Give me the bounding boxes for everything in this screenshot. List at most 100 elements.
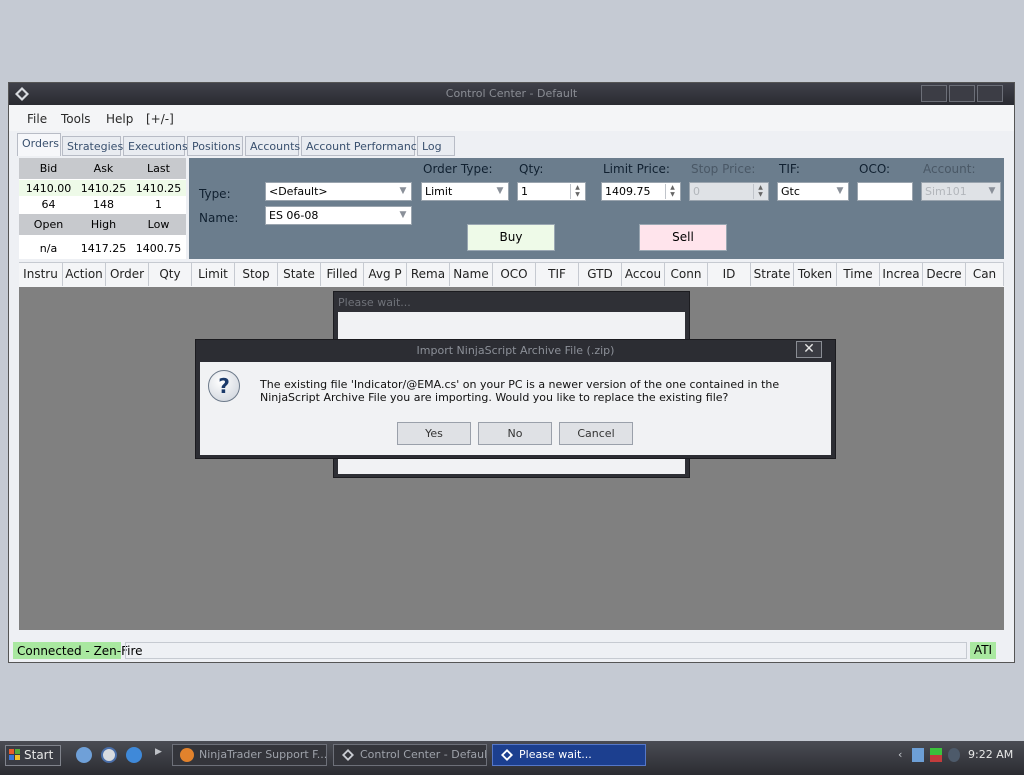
chevron-left-icon[interactable]: ‹ bbox=[898, 748, 902, 761]
menu-file[interactable]: File bbox=[27, 112, 47, 126]
tab-executions[interactable]: Executions bbox=[123, 136, 188, 156]
tif-dropdown[interactable]: Gtc ▼ bbox=[777, 182, 849, 201]
col-id[interactable]: ID bbox=[708, 263, 751, 286]
col-cancel[interactable]: Can bbox=[966, 263, 1004, 286]
col-oco[interactable]: OCO bbox=[493, 263, 536, 286]
col-name[interactable]: Name bbox=[450, 263, 493, 286]
bid-price: 1410.00 bbox=[25, 182, 72, 195]
col-instrument[interactable]: Instru bbox=[19, 263, 63, 286]
task-control-center[interactable]: Control Center - Default bbox=[333, 744, 487, 766]
chevron-right-icon[interactable]: ▶ bbox=[155, 747, 162, 757]
cancel-button[interactable]: Cancel bbox=[559, 422, 633, 445]
open-value: n/a bbox=[39, 242, 58, 255]
col-avg-price[interactable]: Avg P bbox=[364, 263, 407, 286]
no-button[interactable]: No bbox=[478, 422, 552, 445]
spinner-icon: ▲ ▼ bbox=[753, 184, 767, 199]
stop-price-value: 0 bbox=[693, 185, 700, 198]
col-increase[interactable]: Increa bbox=[880, 263, 923, 286]
col-limit[interactable]: Limit bbox=[192, 263, 235, 286]
tab-account-performance[interactable]: Account Performance bbox=[301, 136, 424, 156]
name-label: Name: bbox=[199, 211, 239, 225]
col-gtd[interactable]: GTD bbox=[579, 263, 622, 286]
tab-strip: Orders Strategies Executions Positions A… bbox=[9, 131, 1014, 157]
qty-stepper[interactable]: 1 ▲ ▼ bbox=[517, 182, 586, 201]
maximize-button[interactable] bbox=[949, 85, 975, 102]
bid-size: 64 bbox=[41, 198, 56, 211]
col-account[interactable]: Accou bbox=[622, 263, 665, 286]
col-connection[interactable]: Conn bbox=[665, 263, 708, 286]
ninjatrader-icon[interactable] bbox=[101, 747, 117, 763]
sell-button[interactable]: Sell bbox=[639, 224, 727, 251]
account-dropdown: Sim101 ▼ bbox=[921, 182, 1001, 201]
col-time[interactable]: Time bbox=[837, 263, 880, 286]
dialog-title: Import NinjaScript Archive File (.zip) bbox=[416, 344, 615, 357]
col-stop[interactable]: Stop bbox=[235, 263, 278, 286]
order-type-label: Order Type: bbox=[423, 162, 493, 176]
tab-log[interactable]: Log bbox=[417, 136, 455, 156]
task-firefox[interactable]: NinjaTrader Support F... bbox=[172, 744, 327, 766]
spinner-icon[interactable]: ▲ ▼ bbox=[665, 184, 679, 199]
minimize-button[interactable] bbox=[921, 85, 947, 102]
name-dropdown[interactable]: ES 06-08 ▼ bbox=[265, 206, 412, 225]
network-icon[interactable] bbox=[912, 748, 924, 762]
col-order[interactable]: Order bbox=[106, 263, 149, 286]
tif-value: Gtc bbox=[781, 185, 800, 198]
col-tif[interactable]: TIF bbox=[536, 263, 579, 286]
oco-label: OCO: bbox=[859, 162, 891, 176]
tray-app-icon[interactable] bbox=[948, 748, 960, 762]
last-header: Last bbox=[147, 162, 170, 175]
yes-button[interactable]: Yes bbox=[397, 422, 471, 445]
order-type-dropdown[interactable]: Limit ▼ bbox=[421, 182, 509, 201]
buy-button[interactable]: Buy bbox=[467, 224, 555, 251]
col-token[interactable]: Token bbox=[794, 263, 837, 286]
question-icon: ? bbox=[208, 370, 240, 402]
connection-status: Connected - Zen-Fire bbox=[13, 642, 143, 659]
tab-strategies[interactable]: Strategies bbox=[62, 136, 123, 156]
menu-expand[interactable]: [+/-] bbox=[146, 112, 174, 126]
type-label: Type: bbox=[199, 187, 231, 201]
limit-price-stepper[interactable]: 1409.75 ▲ ▼ bbox=[601, 182, 681, 201]
menu-tools[interactable]: Tools bbox=[61, 112, 91, 126]
dialog-body: ? The existing file 'Indicator/@EMA.cs' … bbox=[200, 362, 831, 455]
chevron-down-icon: ▼ bbox=[988, 186, 996, 196]
oco-input[interactable] bbox=[857, 182, 913, 201]
col-action[interactable]: Action bbox=[63, 263, 106, 286]
dialog-close-button[interactable]: ✕ bbox=[796, 341, 822, 358]
col-filled[interactable]: Filled bbox=[321, 263, 364, 286]
name-value: ES 06-08 bbox=[269, 209, 319, 222]
task-control-center-label: Control Center - Default bbox=[360, 748, 487, 761]
col-strategy[interactable]: Strate bbox=[751, 263, 794, 286]
type-dropdown[interactable]: <Default> ▼ bbox=[265, 182, 412, 201]
ask-price: 1410.25 bbox=[80, 182, 127, 195]
spinner-icon[interactable]: ▲ ▼ bbox=[570, 184, 584, 199]
close-window-button[interactable] bbox=[977, 85, 1003, 102]
ask-size: 148 bbox=[93, 198, 114, 211]
col-remaining[interactable]: Rema bbox=[407, 263, 450, 286]
col-state[interactable]: State bbox=[278, 263, 321, 286]
show-desktop-icon[interactable] bbox=[76, 747, 92, 763]
title-bar[interactable]: Control Center - Default bbox=[9, 83, 1014, 105]
col-decrease[interactable]: Decre bbox=[923, 263, 966, 286]
tab-accounts[interactable]: Accounts bbox=[245, 136, 300, 156]
order-type-value: Limit bbox=[425, 185, 453, 198]
high-header: High bbox=[90, 218, 117, 231]
chevron-down-icon: ▼ bbox=[496, 186, 504, 196]
start-button[interactable]: Start bbox=[5, 745, 61, 766]
high-value: 1417.25 bbox=[80, 242, 127, 255]
task-please-wait[interactable]: Please wait... bbox=[492, 744, 646, 766]
menu-help[interactable]: Help bbox=[106, 112, 133, 126]
type-value: <Default> bbox=[269, 185, 328, 198]
bid-header: Bid bbox=[39, 162, 58, 175]
account-value: Sim101 bbox=[925, 185, 967, 198]
last-size: 1 bbox=[155, 198, 162, 211]
tab-positions[interactable]: Positions bbox=[187, 136, 243, 156]
internet-explorer-icon[interactable] bbox=[126, 747, 142, 763]
status-bar: Connected - Zen-Fire ATI bbox=[9, 640, 1014, 662]
tab-orders[interactable]: Orders bbox=[17, 133, 61, 156]
meter-icon[interactable] bbox=[930, 748, 942, 762]
ati-status: ATI bbox=[970, 642, 996, 659]
limit-price-label: Limit Price: bbox=[603, 162, 670, 176]
chevron-down-icon: ▼ bbox=[399, 210, 407, 220]
start-label: Start bbox=[24, 748, 54, 762]
col-qty[interactable]: Qty bbox=[149, 263, 192, 286]
